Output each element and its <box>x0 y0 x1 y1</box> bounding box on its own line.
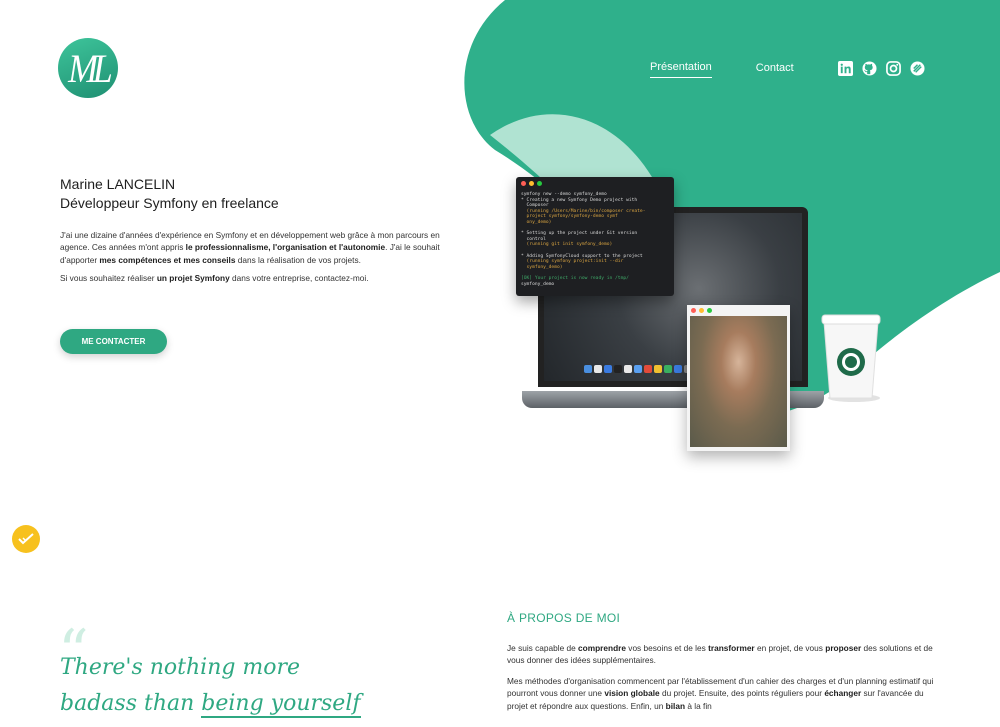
window-controls <box>691 308 786 313</box>
hero-role: Développeur Symfony en freelance <box>60 195 279 211</box>
coffee-cup-image <box>821 314 881 402</box>
hero-heading: Marine LANCELIN Développeur Symfony en f… <box>60 175 279 213</box>
quote-line-2: badass than being yourself <box>60 691 361 718</box>
check-icon <box>18 533 34 545</box>
logo[interactable]: ML <box>58 38 118 98</box>
hero-paragraph-1: J'ai une dizaine d'années d'expérience e… <box>60 230 440 265</box>
photo-window <box>687 305 790 451</box>
nav-link-contact[interactable]: Contact <box>756 62 794 78</box>
terminal-output: symfony new --demo symfony_demo * Creatin… <box>521 192 669 287</box>
linkedin-icon[interactable] <box>838 61 853 76</box>
laptop-dock <box>584 365 692 375</box>
main-nav: Présentation Contact <box>650 61 838 78</box>
about-description: Je suis capable de comprendre vos besoin… <box>507 642 937 720</box>
contact-me-button[interactable]: ME CONTACTER <box>60 329 167 354</box>
symfony-icon[interactable] <box>910 61 925 76</box>
window-controls <box>521 181 669 186</box>
terminal-line: symfony_demo <box>521 281 555 287</box>
about-paragraph-2: Mes méthodes d'organisation commencent p… <box>507 675 934 711</box>
about-heading: À PROPOS DE MOI <box>507 611 621 625</box>
cookie-consent-button[interactable] <box>12 525 40 553</box>
social-links <box>838 61 925 76</box>
quote-line-1: There's nothing more <box>60 655 301 680</box>
hero-name: Marine LANCELIN <box>60 176 176 192</box>
hero-description: J'ai une dizaine d'années d'expérience e… <box>60 229 455 291</box>
terminal-window: symfony new --demo symfony_demo * Creatin… <box>516 177 674 296</box>
nav-link-presentation[interactable]: Présentation <box>650 61 712 78</box>
about-paragraph-1: Je suis capable de comprendre vos besoin… <box>507 643 933 666</box>
quote-text: There's nothing more badass than being y… <box>60 650 361 722</box>
github-icon[interactable] <box>862 61 877 76</box>
hero-paragraph-2: Si vous souhaitez réaliser un projet Sym… <box>60 273 369 284</box>
instagram-icon[interactable] <box>886 61 901 76</box>
child-photo <box>690 316 787 447</box>
